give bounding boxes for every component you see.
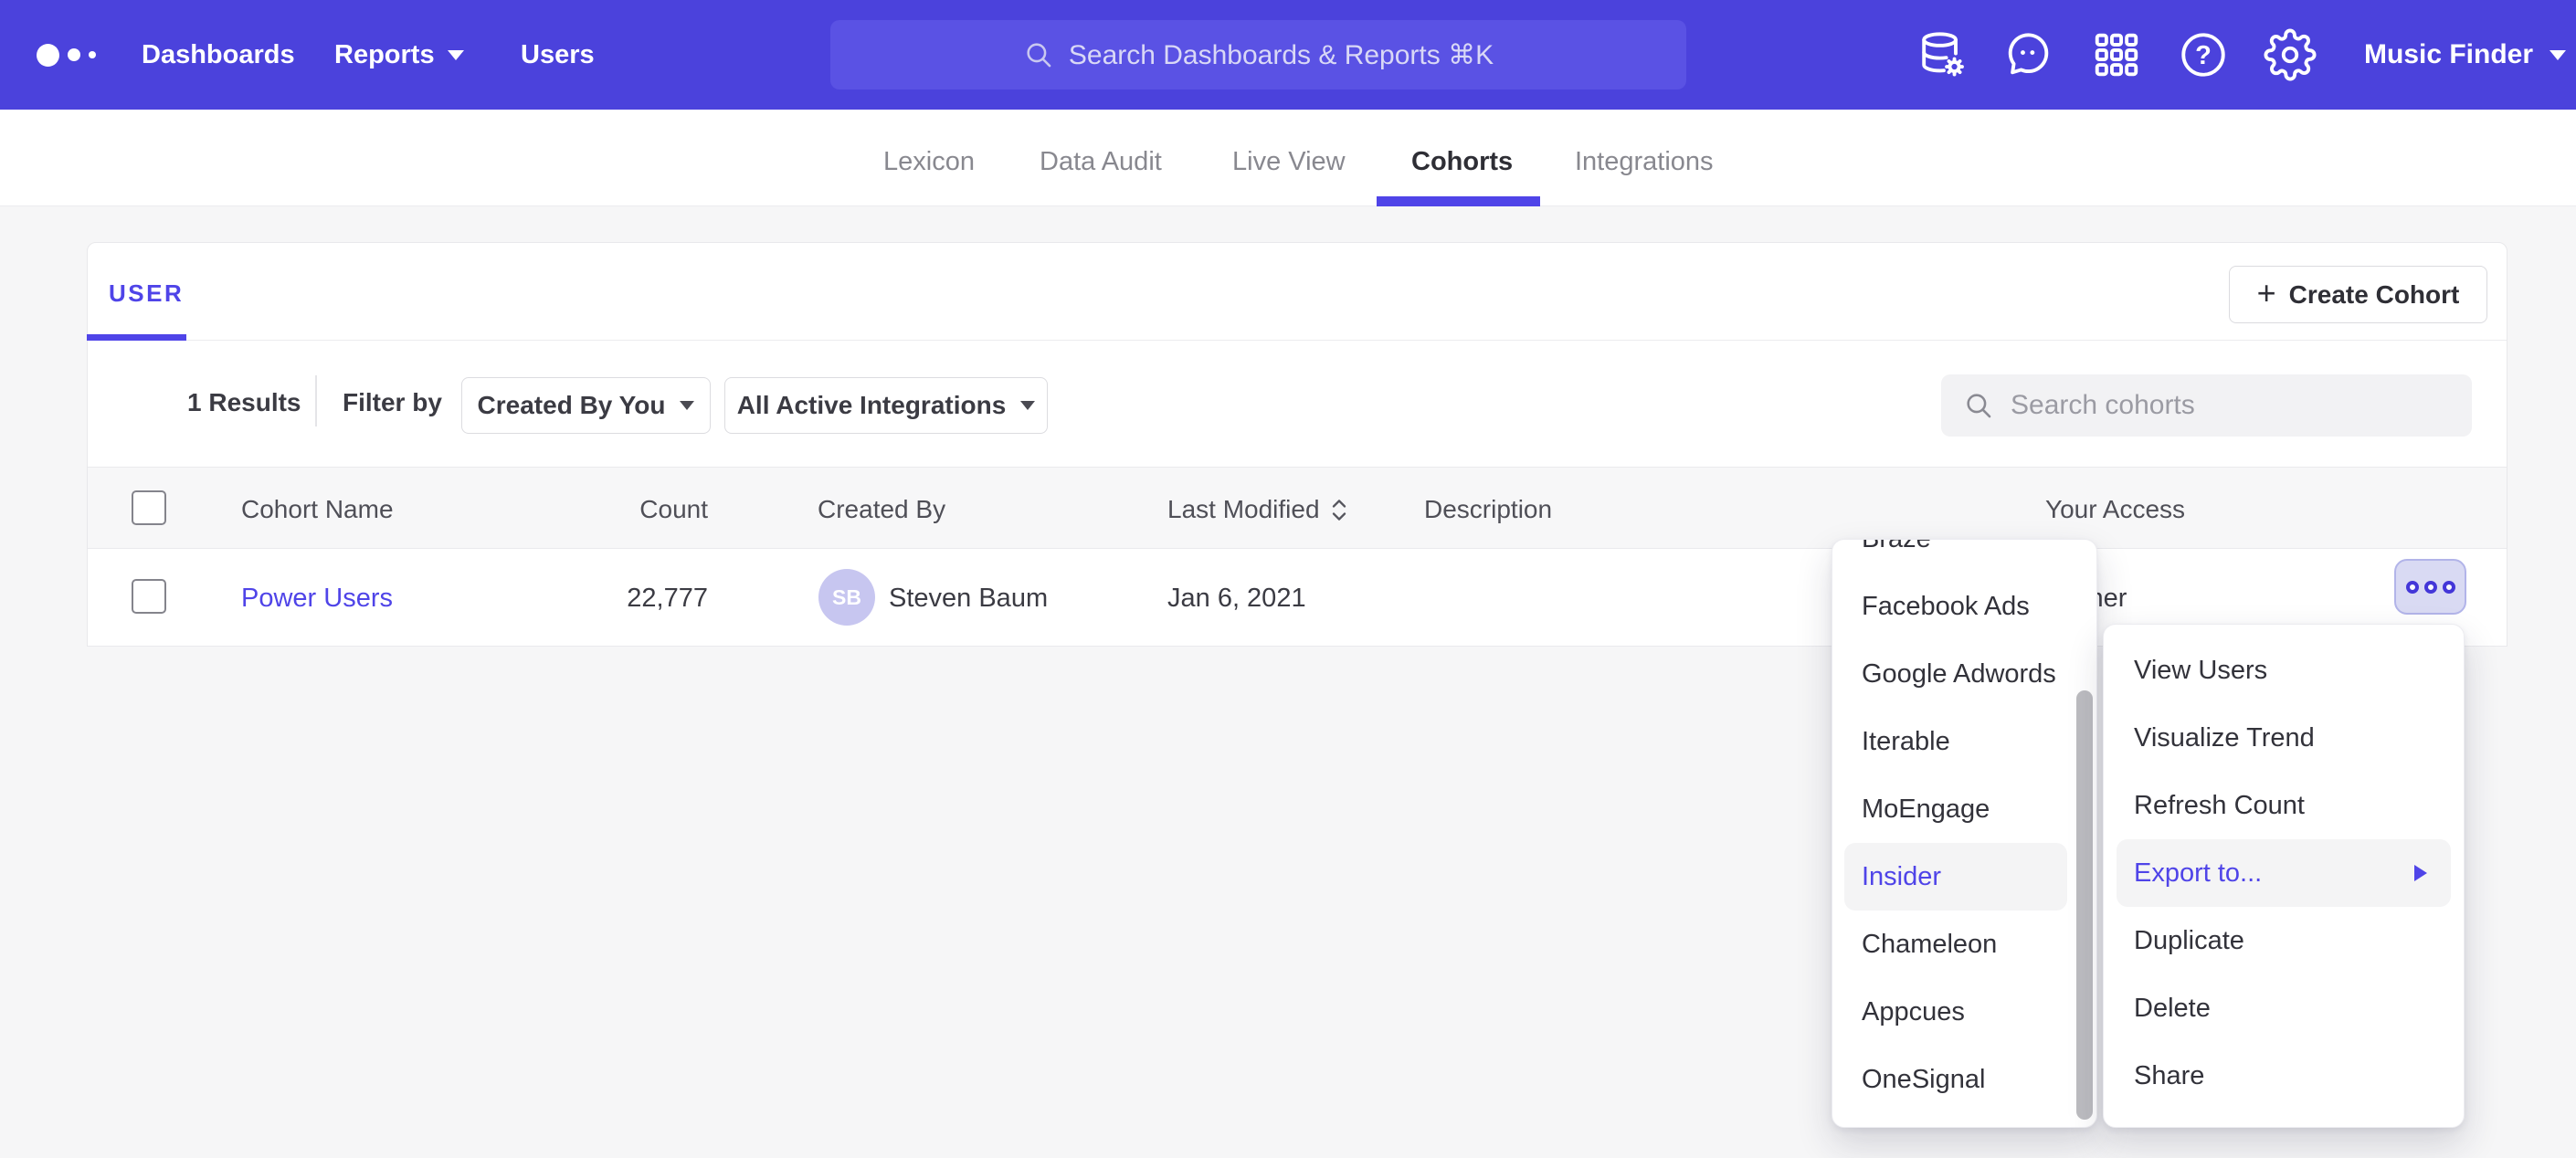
cohort-count: 22,777 <box>543 584 708 614</box>
global-search-placeholder: Search Dashboards & Reports ⌘K <box>1069 39 1494 71</box>
row-actions-button[interactable] <box>2394 559 2466 615</box>
row-checkbox[interactable] <box>132 579 166 614</box>
submenu-item-chameleon[interactable]: Chameleon <box>1832 911 2096 978</box>
table-header-row: Cohort Name Count Created By Last Modifi… <box>88 467 2507 549</box>
nav-item-users[interactable]: Users <box>521 0 595 110</box>
tab-cohorts[interactable]: Cohorts <box>1411 147 1513 177</box>
created-by-filter-label: Created By You <box>478 391 666 420</box>
chevron-down-icon <box>680 401 694 410</box>
avatar-initials: SB <box>832 585 861 610</box>
project-switcher[interactable]: Music Finder <box>2364 0 2566 110</box>
ellipsis-dot-icon <box>2443 581 2455 594</box>
submenu-item-appcues[interactable]: Appcues <box>1832 978 2096 1046</box>
submenu-scrollbar-thumb[interactable] <box>2076 690 2093 1120</box>
export-destinations-submenu: Braze Facebook Ads Google Adwords Iterab… <box>1832 539 2097 1128</box>
search-icon <box>1963 390 1994 421</box>
cohort-search-input[interactable] <box>2011 390 2450 421</box>
row-context-menu: View Users Visualize Trend Refresh Count… <box>2103 624 2465 1128</box>
export-destinations-list: Braze Facebook Ads Google Adwords Iterab… <box>1832 539 2096 1113</box>
last-modified-value: Jan 6, 2021 <box>1167 584 1306 614</box>
menu-item-delete[interactable]: Delete <box>2104 974 2464 1042</box>
submenu-item-insider[interactable]: Insider <box>1844 843 2067 911</box>
ellipsis-dot-icon <box>2424 581 2437 594</box>
column-header-description: Description <box>1424 495 1552 524</box>
select-all-checkbox[interactable] <box>132 490 166 525</box>
toolbar-divider <box>315 375 317 426</box>
chevron-down-icon <box>1020 401 1035 410</box>
submenu-item-iterable[interactable]: Iterable <box>1832 708 2096 775</box>
search-icon <box>1023 39 1054 70</box>
filter-by-label: Filter by <box>343 388 442 417</box>
plus-icon: + <box>2257 277 2276 310</box>
submenu-item-onesignal[interactable]: OneSignal <box>1832 1046 2096 1113</box>
section-tab-bar: Lexicon Data Audit Live View Cohorts Int… <box>0 110 2576 206</box>
menu-item-duplicate[interactable]: Duplicate <box>2104 907 2464 974</box>
ellipsis-dot-icon <box>2406 581 2419 594</box>
chevron-down-icon <box>2550 50 2566 60</box>
submenu-item-facebook-ads[interactable]: Facebook Ads <box>1832 573 2096 640</box>
cohort-name-link[interactable]: Power Users <box>241 584 393 614</box>
nav-item-reports[interactable]: Reports <box>334 0 464 110</box>
top-navigation-bar: Dashboards Reports Users Search Dashboar… <box>0 0 2576 110</box>
app-screen: Dashboards Reports Users Search Dashboar… <box>0 0 2576 1158</box>
cohorts-toolbar: 1 Results Filter by Created By You All A… <box>88 341 2507 467</box>
column-header-count: Count <box>543 495 708 524</box>
menu-item-refresh-count[interactable]: Refresh Count <box>2104 772 2464 839</box>
feedback-icon[interactable] <box>2002 28 2055 81</box>
cohort-search-container <box>1941 374 2472 437</box>
active-tab-underline <box>1377 196 1540 206</box>
submenu-item-braze[interactable]: Braze <box>1832 539 2096 573</box>
nav-item-dashboards[interactable]: Dashboards <box>142 0 295 110</box>
last-modified-label: Last Modified <box>1167 495 1320 524</box>
menu-item-share[interactable]: Share <box>2104 1042 2464 1110</box>
nav-label: Dashboards <box>142 40 295 70</box>
menu-item-visualize-trend[interactable]: Visualize Trend <box>2104 704 2464 772</box>
nav-label: Reports <box>334 40 435 70</box>
menu-item-view-users[interactable]: View Users <box>2104 637 2464 704</box>
row-context-menu-list: View Users Visualize Trend Refresh Count… <box>2104 625 2464 1110</box>
mixpanel-logo-icon[interactable] <box>37 0 96 110</box>
submenu-item-moengage[interactable]: MoEngage <box>1832 775 2096 843</box>
tab-live-view[interactable]: Live View <box>1232 147 1346 177</box>
column-header-created-by: Created By <box>818 495 945 524</box>
user-tab-underline <box>87 334 186 341</box>
column-header-cohort-name: Cohort Name <box>241 495 394 524</box>
sort-icon[interactable] <box>1329 498 1349 522</box>
chevron-down-icon <box>448 50 464 60</box>
tab-user-cohorts[interactable]: USER <box>109 279 184 308</box>
results-count: 1 Results <box>187 388 301 417</box>
avatar: SB <box>818 569 875 626</box>
export-to-label: Export to... <box>2134 858 2262 888</box>
project-name: Music Finder <box>2364 39 2533 70</box>
tab-data-audit[interactable]: Data Audit <box>1040 147 1162 177</box>
panel-header: USER + Create Cohort <box>88 243 2507 341</box>
nav-label: Users <box>521 40 595 70</box>
svg-text:?: ? <box>2195 41 2212 70</box>
tab-lexicon[interactable]: Lexicon <box>883 147 975 177</box>
submenu-arrow-icon <box>2414 865 2427 881</box>
created-by-value: Steven Baum <box>889 584 1048 614</box>
create-cohort-label: Create Cohort <box>2289 280 2460 310</box>
help-icon[interactable]: ? <box>2177 28 2230 81</box>
tab-integrations[interactable]: Integrations <box>1575 147 1714 177</box>
created-by-filter-dropdown[interactable]: Created By You <box>461 377 711 434</box>
apps-grid-icon[interactable] <box>2090 28 2143 81</box>
integrations-filter-label: All Active Integrations <box>737 391 1007 420</box>
integrations-filter-dropdown[interactable]: All Active Integrations <box>724 377 1048 434</box>
settings-gear-icon[interactable] <box>2264 28 2317 81</box>
submenu-item-google-adwords[interactable]: Google Adwords <box>1832 640 2096 708</box>
cohorts-panel: USER + Create Cohort 1 Results Filter by… <box>87 242 2507 647</box>
column-header-your-access: Your Access <box>2045 495 2185 524</box>
column-header-last-modified[interactable]: Last Modified <box>1167 495 1349 524</box>
global-search-input[interactable]: Search Dashboards & Reports ⌘K <box>830 20 1686 89</box>
menu-item-export-to[interactable]: Export to... <box>2117 839 2451 907</box>
data-management-icon[interactable] <box>1916 28 1969 81</box>
create-cohort-button[interactable]: + Create Cohort <box>2229 266 2487 323</box>
